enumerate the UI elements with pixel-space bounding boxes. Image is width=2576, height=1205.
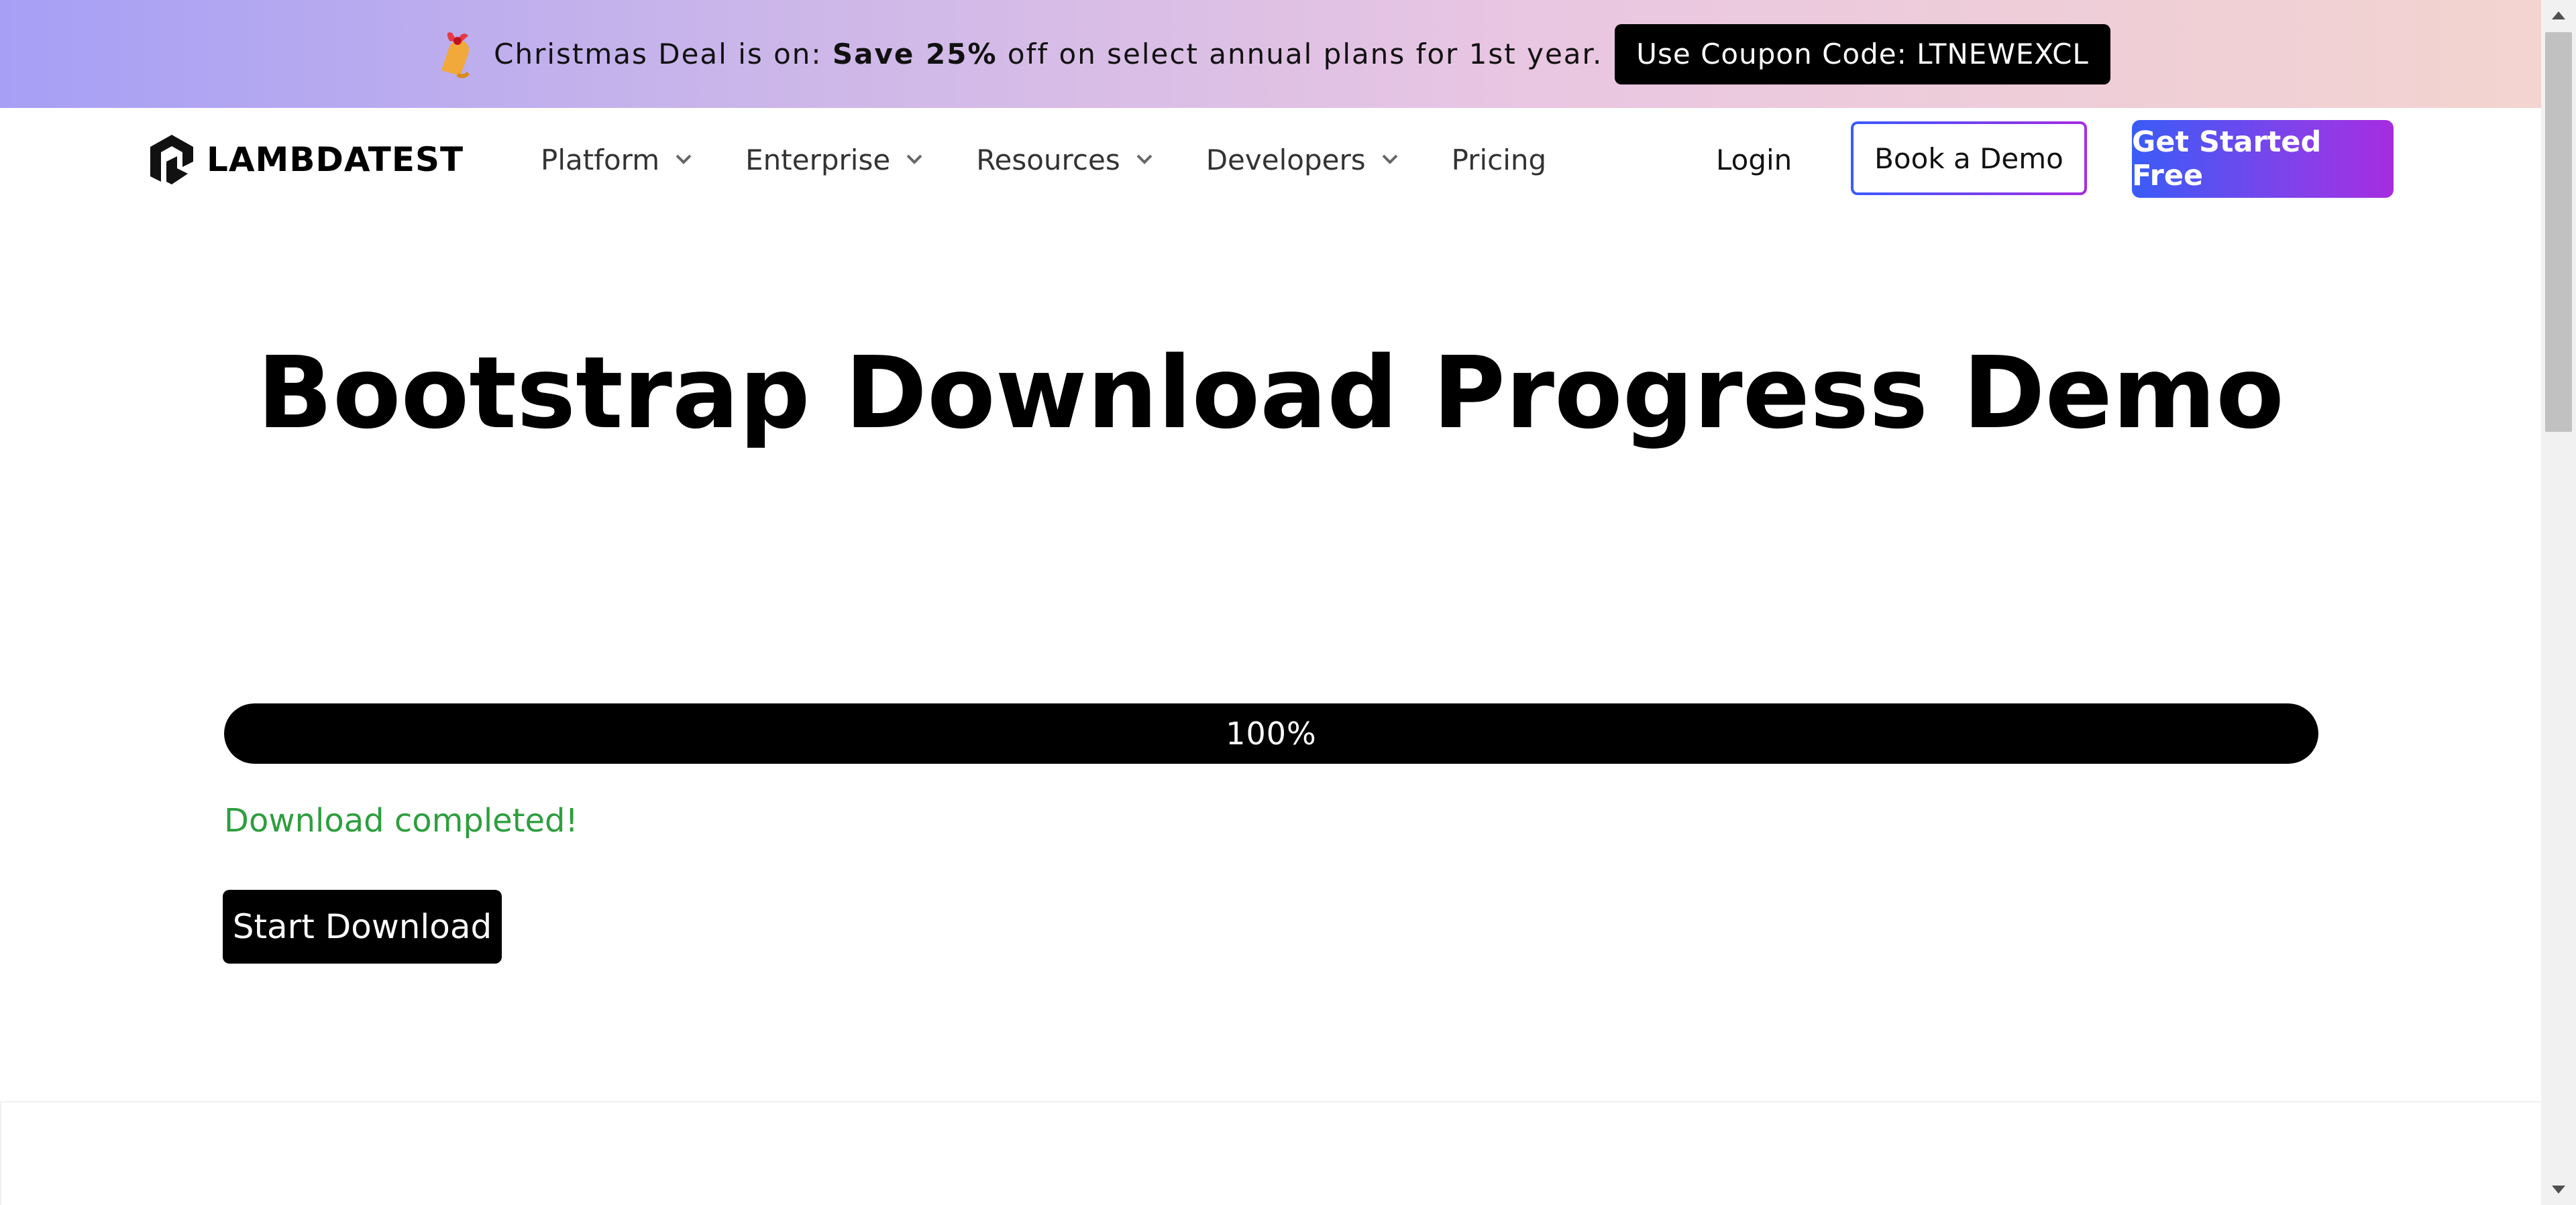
navbar: LAMBDATEST Platform Enterprise Resources… — [0, 108, 2541, 211]
chevron-down-icon — [1382, 154, 1398, 164]
login-link[interactable]: Login — [1716, 108, 1792, 211]
progress-bar: 100% — [224, 703, 2318, 764]
nav-item-label: Pricing — [1451, 143, 1547, 176]
nav-item-label: Developers — [1205, 143, 1366, 176]
chevron-down-icon — [906, 154, 922, 164]
nav-item-developers[interactable]: Developers — [1206, 144, 1398, 176]
nav-item-pricing[interactable]: Pricing — [1452, 144, 1547, 176]
chevron-down-icon — [676, 154, 692, 164]
get-started-button[interactable]: Get Started Free — [2132, 120, 2394, 198]
download-status: Download completed! — [224, 802, 578, 840]
scroll-up-arrow-icon[interactable] — [2541, 0, 2576, 30]
next-section — [0, 1101, 2541, 1205]
progress-label: 100% — [1226, 715, 1317, 752]
main-menu: Platform Enterprise Resources Developers… — [541, 108, 1600, 211]
logo[interactable]: LAMBDATEST — [146, 132, 464, 187]
nav-item-label: Resources — [976, 143, 1120, 176]
promo-text-bold: Save 25% — [832, 38, 998, 70]
nav-item-platform[interactable]: Platform — [541, 144, 692, 176]
scrollbar[interactable] — [2541, 0, 2576, 1205]
nav-item-label: Platform — [541, 143, 660, 176]
coupon-button[interactable]: Use Coupon Code: LTNEWEXCL — [1615, 23, 2110, 84]
nav-item-resources[interactable]: Resources — [976, 144, 1152, 176]
chevron-down-icon — [1136, 154, 1152, 164]
start-download-button[interactable]: Start Download — [223, 890, 502, 964]
promo-text: Christmas Deal is on: Save 25% off on se… — [494, 38, 1603, 70]
scroll-down-arrow-icon[interactable] — [2541, 1175, 2576, 1205]
lambdatest-logo-icon — [150, 135, 193, 184]
nav-item-enterprise[interactable]: Enterprise — [745, 144, 922, 176]
page-title: Bootstrap Download Progress Demo — [257, 335, 2284, 451]
logo-text: LAMBDATEST — [207, 140, 464, 179]
promo-text-suffix: off on select annual plans for 1st year. — [997, 38, 1603, 70]
scrollbar-thumb[interactable] — [2545, 32, 2572, 432]
book-demo-button[interactable]: Book a Demo — [1851, 121, 2087, 195]
page: Christmas Deal is on: Save 25% off on se… — [0, 0, 2541, 1205]
bell-icon — [441, 32, 470, 78]
promo-text-prefix: Christmas Deal is on: — [494, 38, 833, 70]
nav-item-label: Enterprise — [745, 143, 891, 176]
promo-banner: Christmas Deal is on: Save 25% off on se… — [0, 0, 2541, 108]
